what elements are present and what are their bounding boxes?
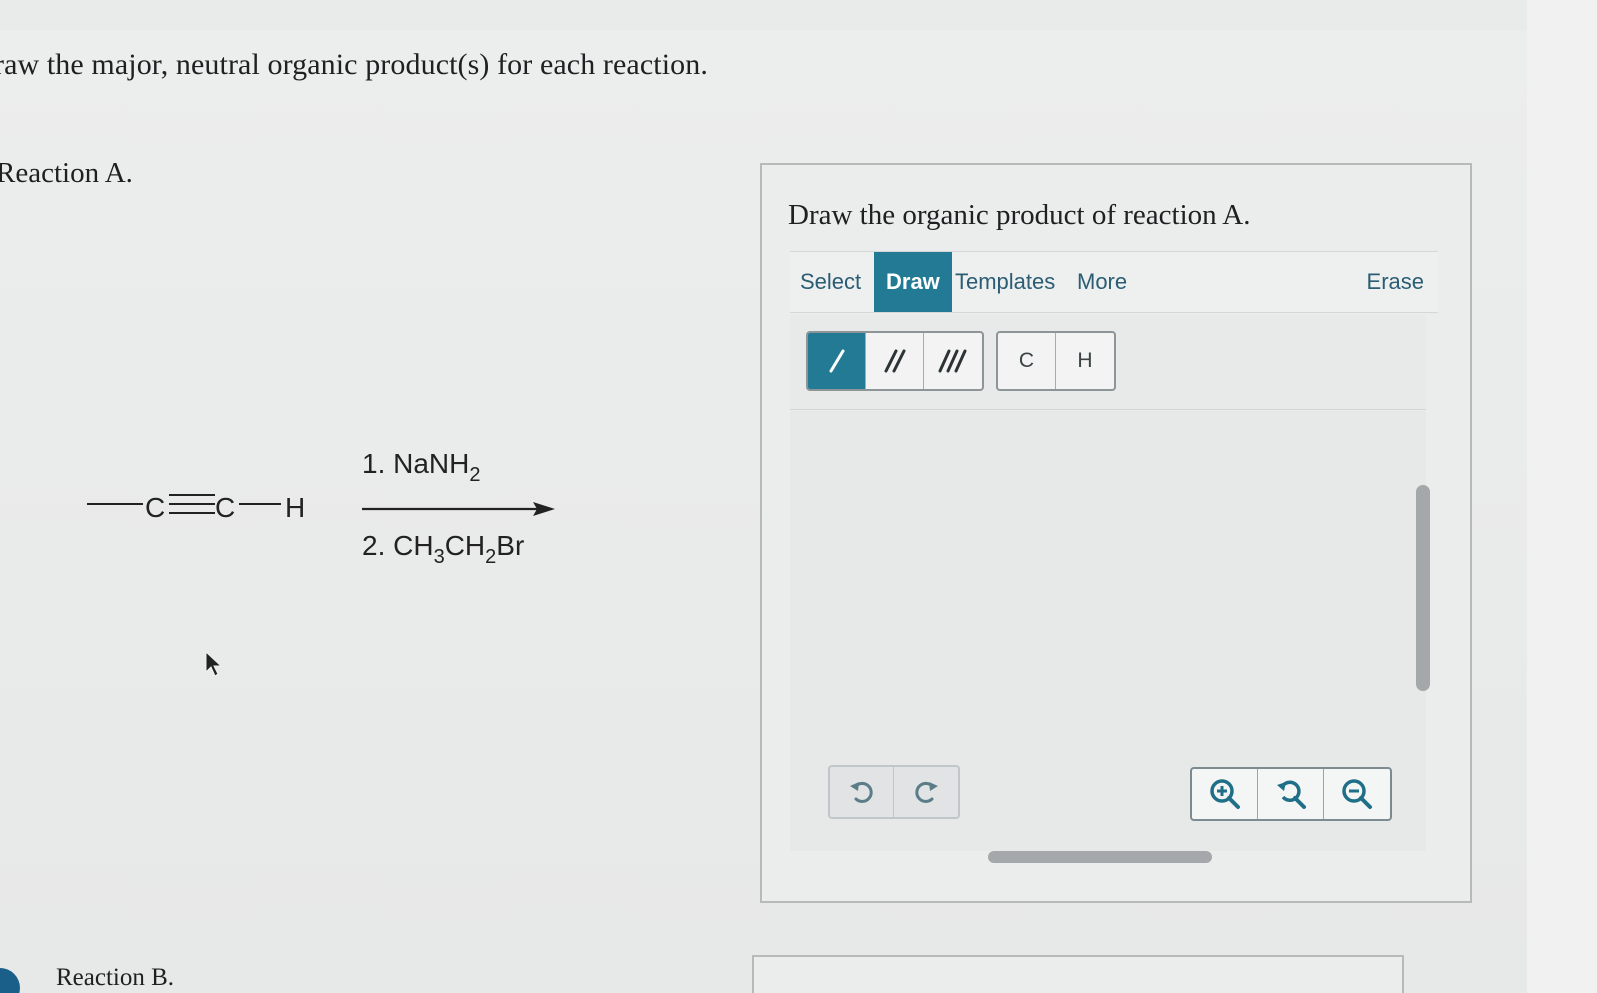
atom-c2: C — [215, 492, 235, 523]
reagent-step-2: 2. CH3CH2Br — [362, 530, 524, 568]
tab-select[interactable]: Select — [800, 252, 861, 312]
mouse-cursor-icon — [205, 650, 223, 677]
redo-button[interactable] — [894, 767, 958, 817]
tab-more[interactable]: More — [1077, 252, 1127, 312]
draw-tools-row: C H — [790, 315, 1426, 410]
answer-panel-reaction-a: Draw the organic product of reaction A. … — [760, 163, 1472, 903]
atom-c1: C — [145, 492, 165, 523]
double-bond-button[interactable] — [866, 333, 924, 389]
zoom-controls — [1190, 767, 1392, 821]
atom-h: H — [285, 492, 305, 523]
zoom-reset-button[interactable] — [1258, 769, 1324, 819]
drawing-canvas[interactable] — [790, 411, 1430, 863]
bond-tool-group — [806, 331, 984, 391]
carbon-atom-button[interactable]: C — [998, 333, 1056, 389]
double-bond-icon — [884, 349, 905, 373]
tab-draw[interactable]: Draw — [874, 252, 952, 312]
reaction-a-scheme: C C H 1. NaNH2 2. CH3CH2Br — [85, 440, 565, 580]
horizontal-scrollbar[interactable] — [988, 851, 1212, 863]
vertical-scrollbar[interactable] — [1416, 485, 1430, 691]
editor-toolbar: Select Draw Templates More Erase — [790, 251, 1438, 313]
triple-bond-icon — [938, 349, 967, 373]
panel-prompt: Draw the organic product of reaction A. — [788, 199, 1251, 231]
erase-button[interactable]: Erase — [1367, 252, 1424, 312]
answer-panel-reaction-b — [752, 955, 1404, 993]
zoom-out-button[interactable] — [1324, 769, 1390, 819]
reaction-b-label: Reaction B. — [56, 964, 175, 991]
question-instructions: raw the major, neutral organic product(s… — [0, 48, 708, 81]
reaction-a-label: Reaction A. — [0, 157, 133, 189]
triple-bond-button[interactable] — [924, 333, 982, 389]
history-controls — [828, 765, 960, 819]
undo-icon — [849, 782, 873, 803]
single-bond-button[interactable] — [808, 333, 866, 389]
zoom-out-icon — [1342, 779, 1372, 809]
reagent-step-1: 1. NaNH2 — [362, 448, 481, 486]
right-margin — [1527, 0, 1597, 993]
zoom-in-button[interactable] — [1192, 769, 1258, 819]
tab-templates[interactable]: Templates — [955, 252, 1055, 312]
zoom-in-icon — [1209, 779, 1240, 809]
hydrogen-atom-button[interactable]: H — [1056, 333, 1114, 389]
undo-button[interactable] — [830, 767, 894, 817]
zoom-reset-icon — [1276, 780, 1306, 809]
atom-tool-group: C H — [996, 331, 1116, 391]
single-bond-icon — [829, 349, 844, 373]
redo-icon — [915, 782, 938, 803]
